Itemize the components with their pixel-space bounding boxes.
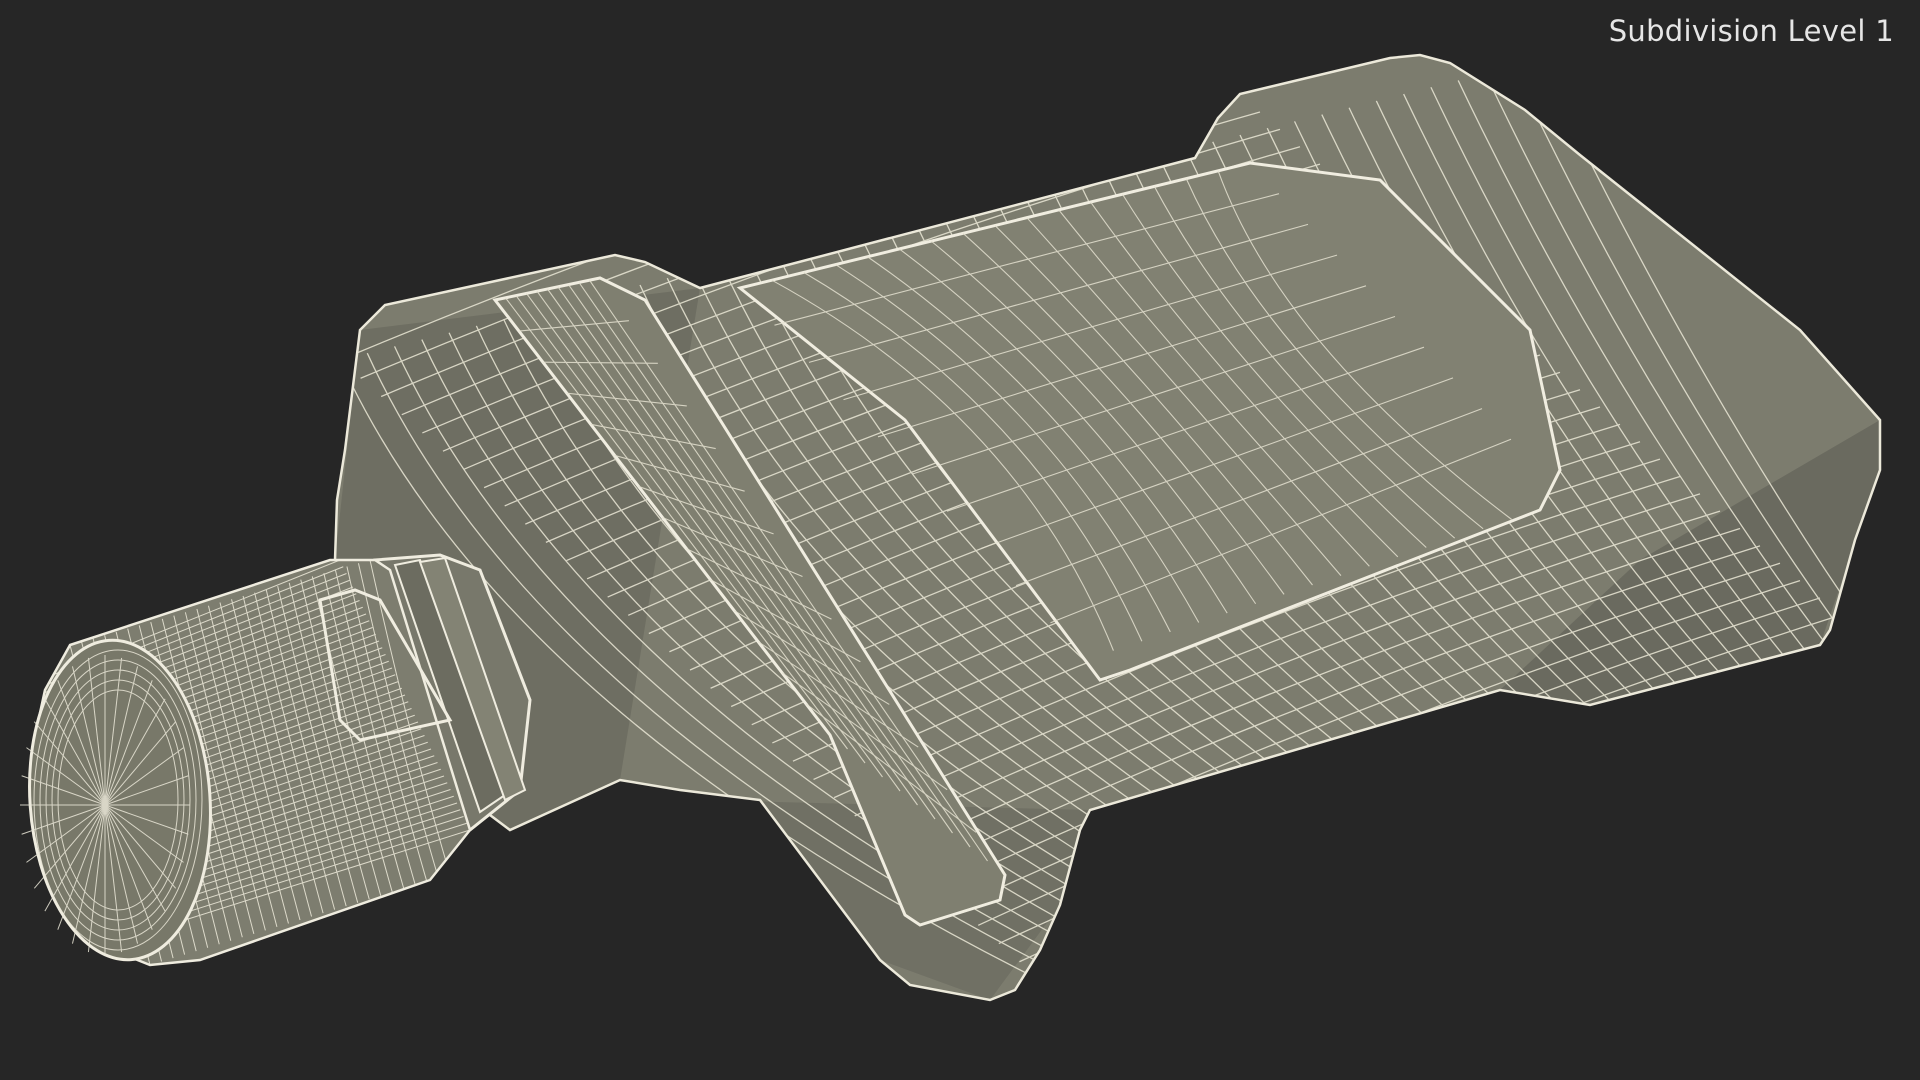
3d-viewport[interactable] bbox=[0, 0, 1920, 1080]
subdivision-level-label: Subdivision Level 1 bbox=[1608, 14, 1894, 48]
